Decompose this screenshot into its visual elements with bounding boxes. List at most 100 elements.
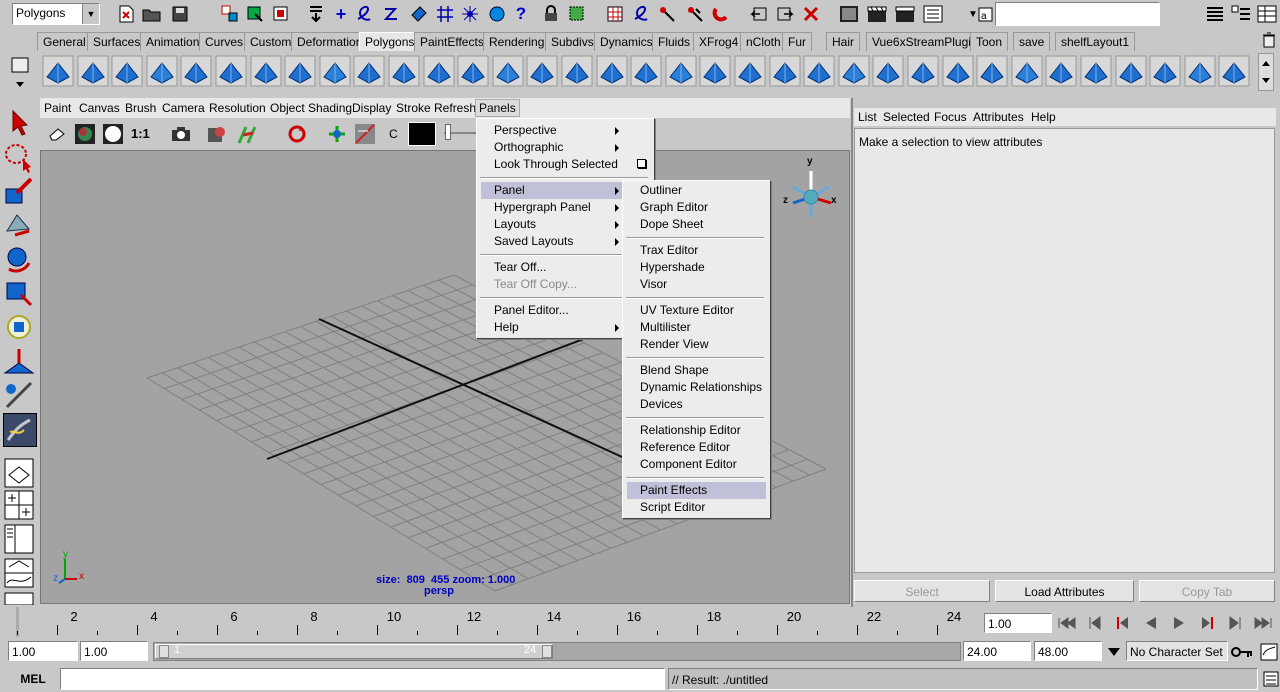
ae-menu-help[interactable]: Help xyxy=(1028,109,1059,125)
shelf-tab-dynamics[interactable]: Dynamics xyxy=(594,32,659,51)
shelf-polygon-tool-icon[interactable] xyxy=(77,55,109,87)
shelf-tab-surfaces[interactable]: Surfaces xyxy=(87,32,147,51)
current-time-field[interactable]: 1.00 xyxy=(984,613,1052,633)
menu-item-orthographic[interactable]: Orthographic xyxy=(481,139,649,156)
range-slider-bar[interactable] xyxy=(155,644,553,659)
shelf-polygon-tool-icon[interactable] xyxy=(1184,55,1216,87)
shelf-polygon-tool-icon[interactable] xyxy=(942,55,974,87)
menu-item-uv-texture-editor[interactable]: UV Texture Editor xyxy=(627,302,766,319)
shelf-polygon-tool-icon[interactable] xyxy=(561,55,593,87)
brush-icon[interactable] xyxy=(236,123,258,145)
menu-item-relationship-editor[interactable]: Relationship Editor xyxy=(627,422,766,439)
construction-history-icon[interactable] xyxy=(604,3,626,25)
toggle-channel-box-icon[interactable] xyxy=(1256,3,1278,25)
snapshot-camera-icon[interactable] xyxy=(170,123,192,145)
shelf-polygon-tool-icon[interactable] xyxy=(803,55,835,87)
shelf-polygon-tool-icon[interactable] xyxy=(1149,55,1181,87)
step-back-icon[interactable] xyxy=(748,3,770,25)
shelf-tab-hair[interactable]: Hair xyxy=(826,32,861,51)
menu-item-dynamic-relationships[interactable]: Dynamic Relationships xyxy=(627,379,766,396)
shelf-tab-rendering[interactable]: Rendering xyxy=(483,32,551,51)
view-axis-gizmo[interactable]: y x z xyxy=(783,156,839,225)
shelf-tab-xfrog4[interactable]: XFrog4 xyxy=(693,32,745,51)
select-by-object-icon[interactable] xyxy=(244,3,266,25)
render-globals-icon[interactable] xyxy=(684,3,706,25)
shelf-polygon-tool-icon[interactable] xyxy=(976,55,1008,87)
snap-grid-icon[interactable] xyxy=(434,3,456,25)
shelf-polygon-tool-icon[interactable] xyxy=(699,55,731,87)
auto-key-icon[interactable] xyxy=(1231,641,1253,663)
toggle-tool-settings-icon[interactable] xyxy=(1230,3,1252,25)
hypershade-layout-icon[interactable] xyxy=(3,591,35,606)
four-view-layout-icon[interactable] xyxy=(3,489,35,521)
render-view-icon[interactable] xyxy=(838,3,860,25)
menu-item-graph-editor[interactable]: Graph Editor xyxy=(627,199,766,216)
shelf-polygon-tool-icon[interactable] xyxy=(630,55,662,87)
shelf-polygon-tool-icon[interactable] xyxy=(1218,55,1250,87)
shelf-trash-icon[interactable] xyxy=(1262,32,1276,48)
save-snapshot-icon[interactable] xyxy=(206,123,228,145)
go-to-end-icon[interactable] xyxy=(1252,612,1274,634)
persp-graph-layout-icon[interactable] xyxy=(3,557,35,589)
quick-field-input[interactable] xyxy=(995,2,1160,26)
step-forward-frame-icon[interactable] xyxy=(1224,612,1246,634)
menu-item-visor[interactable]: Visor xyxy=(627,276,766,293)
step-back-frame-icon[interactable] xyxy=(1084,612,1106,634)
toggle-attribute-editor-icon[interactable] xyxy=(1204,3,1226,25)
playback-start-field[interactable]: 1.00 xyxy=(80,641,148,661)
select-by-hierarchy-icon[interactable] xyxy=(219,3,241,25)
menu-item-render-view[interactable]: Render View xyxy=(627,336,766,353)
shelf-polygon-tool-icon[interactable] xyxy=(284,55,316,87)
render-globals-settings-icon[interactable] xyxy=(922,3,944,25)
menu-stroke-refresh[interactable]: Stroke Refresh xyxy=(393,100,479,116)
real-size-button[interactable]: 1:1 xyxy=(131,126,150,141)
universal-manipulator-icon[interactable] xyxy=(3,311,35,343)
menu-panels[interactable]: Panels xyxy=(475,99,520,117)
magnet-icon[interactable] xyxy=(710,3,732,25)
select-highlight-icon[interactable] xyxy=(566,3,588,25)
animation-preferences-icon[interactable] xyxy=(1258,641,1280,663)
persp-outliner-layout-icon[interactable] xyxy=(3,523,35,555)
menu-brush[interactable]: Brush xyxy=(122,100,159,116)
step-back-key-icon[interactable] xyxy=(1112,612,1134,634)
shelf-polygon-tool-icon[interactable] xyxy=(353,55,385,87)
menu-item-component-editor[interactable]: Component Editor xyxy=(627,456,766,473)
ipr-render-icon[interactable] xyxy=(656,3,678,25)
render-icon[interactable] xyxy=(630,3,652,25)
shelf-polygon-tool-icon[interactable] xyxy=(423,55,455,87)
menu-canvas[interactable]: Canvas xyxy=(76,100,123,116)
copy-tab-button[interactable]: Copy Tab xyxy=(1139,580,1275,602)
shelf-tab-fluids[interactable]: Fluids xyxy=(652,32,697,51)
playback-end-field[interactable]: 24.00 xyxy=(963,641,1031,661)
end-time-field[interactable]: 48.00 xyxy=(1034,641,1102,661)
rotate-tool-icon[interactable] xyxy=(3,243,35,275)
current-time-marker[interactable] xyxy=(16,607,19,637)
soft-modification-icon[interactable] xyxy=(3,345,35,377)
play-backwards-icon[interactable] xyxy=(1140,612,1162,634)
help-icon[interactable]: ? xyxy=(510,3,532,25)
menu-resolution[interactable]: Resolution xyxy=(206,100,269,116)
shelf-polygon-tool-icon[interactable] xyxy=(319,55,351,87)
clear-color-slider-handle[interactable] xyxy=(445,124,451,140)
move-tool-icon[interactable] xyxy=(3,209,35,241)
play-forwards-icon[interactable] xyxy=(1168,612,1190,634)
load-attributes-button[interactable]: Load Attributes xyxy=(995,580,1134,602)
clear-color-swatch[interactable] xyxy=(408,122,436,146)
ae-menu-selected[interactable]: Selected xyxy=(880,109,933,125)
shelf-polygon-tool-icon[interactable] xyxy=(1011,55,1043,87)
make-live-icon[interactable] xyxy=(486,3,508,25)
wrap-vertical-icon[interactable] xyxy=(354,123,376,145)
shelf-polygon-tool-icon[interactable] xyxy=(146,55,178,87)
shelf-polygon-tool-icon[interactable] xyxy=(492,55,524,87)
shelf-polygon-tool-icon[interactable] xyxy=(457,55,489,87)
lock-icon[interactable] xyxy=(540,3,562,25)
menu-object-shading[interactable]: Object Shading xyxy=(267,100,355,116)
shelf-polygon-tool-icon[interactable] xyxy=(1115,55,1147,87)
shelf-polygon-tool-icon[interactable] xyxy=(596,55,628,87)
shelf-polygon-tool-icon[interactable] xyxy=(250,55,282,87)
menu-item-perspective[interactable]: Perspective xyxy=(481,122,649,139)
range-slider-start-handle[interactable] xyxy=(159,645,169,658)
step-forward-key-icon[interactable] xyxy=(1196,612,1218,634)
menu-item-look-through-selected[interactable]: Look Through Selected xyxy=(481,156,649,173)
mode-selector[interactable]: Polygons ▼ xyxy=(12,3,100,25)
